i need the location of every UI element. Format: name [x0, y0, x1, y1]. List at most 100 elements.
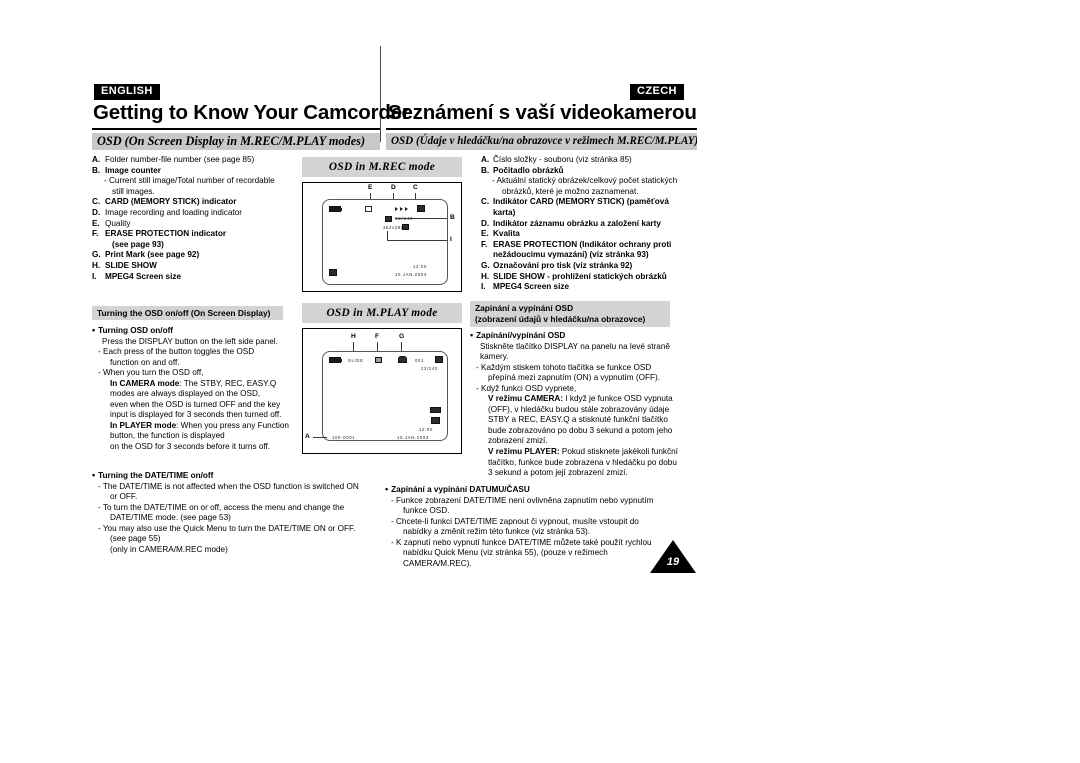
list-item: D. Image recording and loading indicator — [92, 207, 243, 217]
body-text-english-datetime: Turning the DATE/TIME on/off - The DATE/… — [92, 470, 392, 555]
card-memory-icon — [365, 206, 372, 212]
mpeg4-size-icon — [402, 224, 409, 230]
list-item: C. Indikátor CARD (MEMORY STICK) (paměťov… — [481, 197, 669, 207]
callout-label-d: D — [391, 184, 396, 191]
list-item: I. MPEG4 Screen size — [92, 271, 181, 281]
list-item: H. SLIDE SHOW — [92, 260, 157, 270]
title-rule-left — [92, 128, 380, 130]
subsection-heading-czech-line2: (zobrazení údajů v hledáčku/na obrazovce… — [475, 313, 646, 324]
body-line: or OFF. — [110, 492, 138, 502]
lcd-screen-mrec: 22/240 352x288 12:00 10.JAN.2003 — [322, 199, 448, 285]
body-line: tlačítko, funkce bude zobrazena v hledáč… — [488, 457, 677, 467]
body-line: even when the OSD is turned OFF and the … — [110, 399, 281, 409]
list-subitem: obrázků, které je možno zaznamenat. — [502, 186, 639, 196]
leader-line-b — [395, 218, 447, 219]
quality-indicator-icon — [431, 417, 440, 424]
body-line: - Funkce zobrazení DATE/TIME není ovlivn… — [391, 495, 654, 505]
body-line: bude zobrazováno po dobu 3 sekund a poto… — [488, 425, 673, 435]
body-line: V režimu CAMERA: I když je funkce OSD vy… — [488, 394, 673, 404]
body-line: - K zapnutí nebo vypnutí funkce DATE/TIM… — [391, 537, 652, 547]
body-line: button, the function is displayed — [110, 431, 225, 441]
section-band-czech: OSD (Údaje v hledáčku/na obrazovce v rež… — [386, 133, 697, 150]
body-line: V režimu PLAYER: Pokud stisknete jakékol… — [488, 447, 678, 457]
erase-protection-icon — [375, 357, 382, 363]
callout-label-h: H — [351, 333, 356, 340]
body-line: - Každým stiskem tohoto tlačítka se funk… — [476, 362, 652, 372]
legend-list-english: A. Folder number-file number (see page 85… — [92, 155, 297, 282]
body-line: Stiskněte tlačítko DISPLAY na panelu na … — [480, 341, 670, 351]
loading-arrow-icon — [395, 207, 398, 211]
title-rule-right — [386, 128, 697, 130]
callout-label-c: C — [413, 184, 418, 191]
body-line: (see page 55) — [110, 534, 161, 544]
diagram-panel-mrec: E D C 22/240 352x288 — [302, 182, 462, 292]
body-line: input is displayed for 3 seconds then tu… — [110, 410, 282, 420]
manual-page: ENGLISH CZECH Getting to Know Your Camco… — [0, 0, 1080, 763]
body-line: (OFF), v hledáčku budou stále zobrazován… — [488, 404, 670, 414]
body-line: In PLAYER mode: When you press any Funct… — [110, 420, 289, 430]
leader-line-a — [313, 437, 327, 438]
erase-protection-icon — [329, 269, 337, 276]
list-item: F. ERASE PROTECTION indicator — [92, 229, 227, 239]
image-counter-value: 22/240 — [421, 366, 439, 371]
list-item: E. Kvalita — [481, 229, 520, 239]
mpeg4-size-value: 352x288 — [383, 225, 404, 230]
battery-icon — [329, 357, 343, 363]
subsection-heading-english: Turning the OSD on/off (On Screen Displa… — [92, 306, 283, 320]
body-line: - Chcete-li funkci DATE/TIME zapnout či … — [391, 516, 639, 526]
body-text-czech-datetime: Zapínání a vypínání DATUMU/ČASU - Funkce… — [385, 484, 695, 569]
battery-icon — [329, 206, 343, 212]
callout-label-i: I — [450, 236, 452, 243]
body-line: kamery. — [480, 352, 509, 362]
language-tag-english: ENGLISH — [94, 84, 160, 100]
body-line: - Když funkci OSD vypnete, — [476, 383, 577, 393]
panel-title-mrec: OSD in M.REC mode — [302, 157, 462, 177]
body-line: přepíná mezi zapnutím (ON) a vypnutím (O… — [488, 373, 660, 383]
list-item: B. Image counter — [92, 165, 161, 175]
list-item: E. Quality — [92, 218, 131, 228]
card-indicator-icon — [417, 205, 425, 212]
body-line: nabídky a změnit režim této funkce (viz … — [403, 527, 591, 537]
subsection-heading-czech-line1: Zapinání a vypínání OSD — [475, 303, 574, 313]
list-item: A. Folder number-file number (see page 85… — [92, 155, 255, 164]
language-tag-czech: CZECH — [630, 84, 684, 100]
body-line: - To turn the DATE/TIME on or off, acces… — [98, 502, 345, 512]
page-number-text: 19 — [666, 556, 680, 568]
body-line: Press the DISPLAY button on the left sid… — [102, 336, 278, 346]
list-item: karta) — [493, 207, 516, 217]
body-line: - Each press of the button toggles the O… — [98, 347, 255, 357]
print-mark-icon — [398, 356, 407, 363]
time-value: 12:00 — [413, 264, 427, 269]
list-subitem: - Aktuální statický obrázek/celkový poče… — [492, 176, 678, 186]
body-line: CAMERA/M.REC). — [403, 558, 472, 568]
body-line: 3 sekund a potom její zobrazení zmizí. — [488, 468, 628, 478]
legend-list-czech: A. Číslo složky - souboru (viz stránka 85… — [481, 155, 697, 293]
body-line: - The DATE/TIME is not affected when the… — [98, 481, 359, 491]
list-item: G. Print Mark (see page 92) — [92, 250, 200, 260]
list-item: G. Označování pro tisk (viz stránka 92) — [481, 260, 633, 270]
body-text-english-osd: Turning OSD on/off Press the DISPLAY but… — [92, 325, 308, 453]
page-number-badge: 19 — [650, 540, 696, 573]
bullet-heading: Zapínání a vypínání DATUMU/ČASU — [385, 484, 695, 496]
diagram-panel-mplay: H F G SLIDE 001 22/240 12:00 10.JAN.2003 — [302, 328, 462, 454]
bullet-heading: Turning the DATE/TIME on/off — [92, 470, 392, 482]
leader-line-i — [387, 240, 447, 241]
body-line: funkce OSD. — [403, 506, 450, 516]
quality-indicator-icon — [385, 216, 392, 222]
list-item: nežádoucimu vymazání) (viz stránka 93) — [493, 250, 649, 260]
subsection-heading-czech: Zapinání a vypínání OSD (zobrazení údajů… — [470, 301, 670, 327]
list-item: B. Počitadlo obrázků — [481, 165, 564, 175]
body-line: nabídku Quick Menu (viz stránka 55), (po… — [403, 548, 608, 558]
body-line: (only in CAMERA/M.REC mode) — [110, 544, 228, 554]
panel-title-mplay: OSD in M.PLAY mode — [302, 303, 462, 323]
list-item: I. MPEG4 Screen size — [481, 282, 569, 292]
list-item: D. Indikátor záznamu obrázku a založení k… — [481, 218, 661, 228]
list-subitem: still images. — [112, 186, 155, 196]
date-value: 10.JAN.2003 — [397, 435, 429, 440]
slide-show-label: SLIDE — [348, 358, 364, 363]
date-value: 10.JAN.2003 — [395, 272, 427, 277]
time-value: 12:00 — [419, 427, 433, 432]
loading-arrow-icon — [405, 207, 408, 211]
body-line: on the OSD for 3 seconds before it turns… — [110, 442, 271, 452]
bullet-heading: Zapínání/vypínání OSD — [470, 330, 695, 342]
